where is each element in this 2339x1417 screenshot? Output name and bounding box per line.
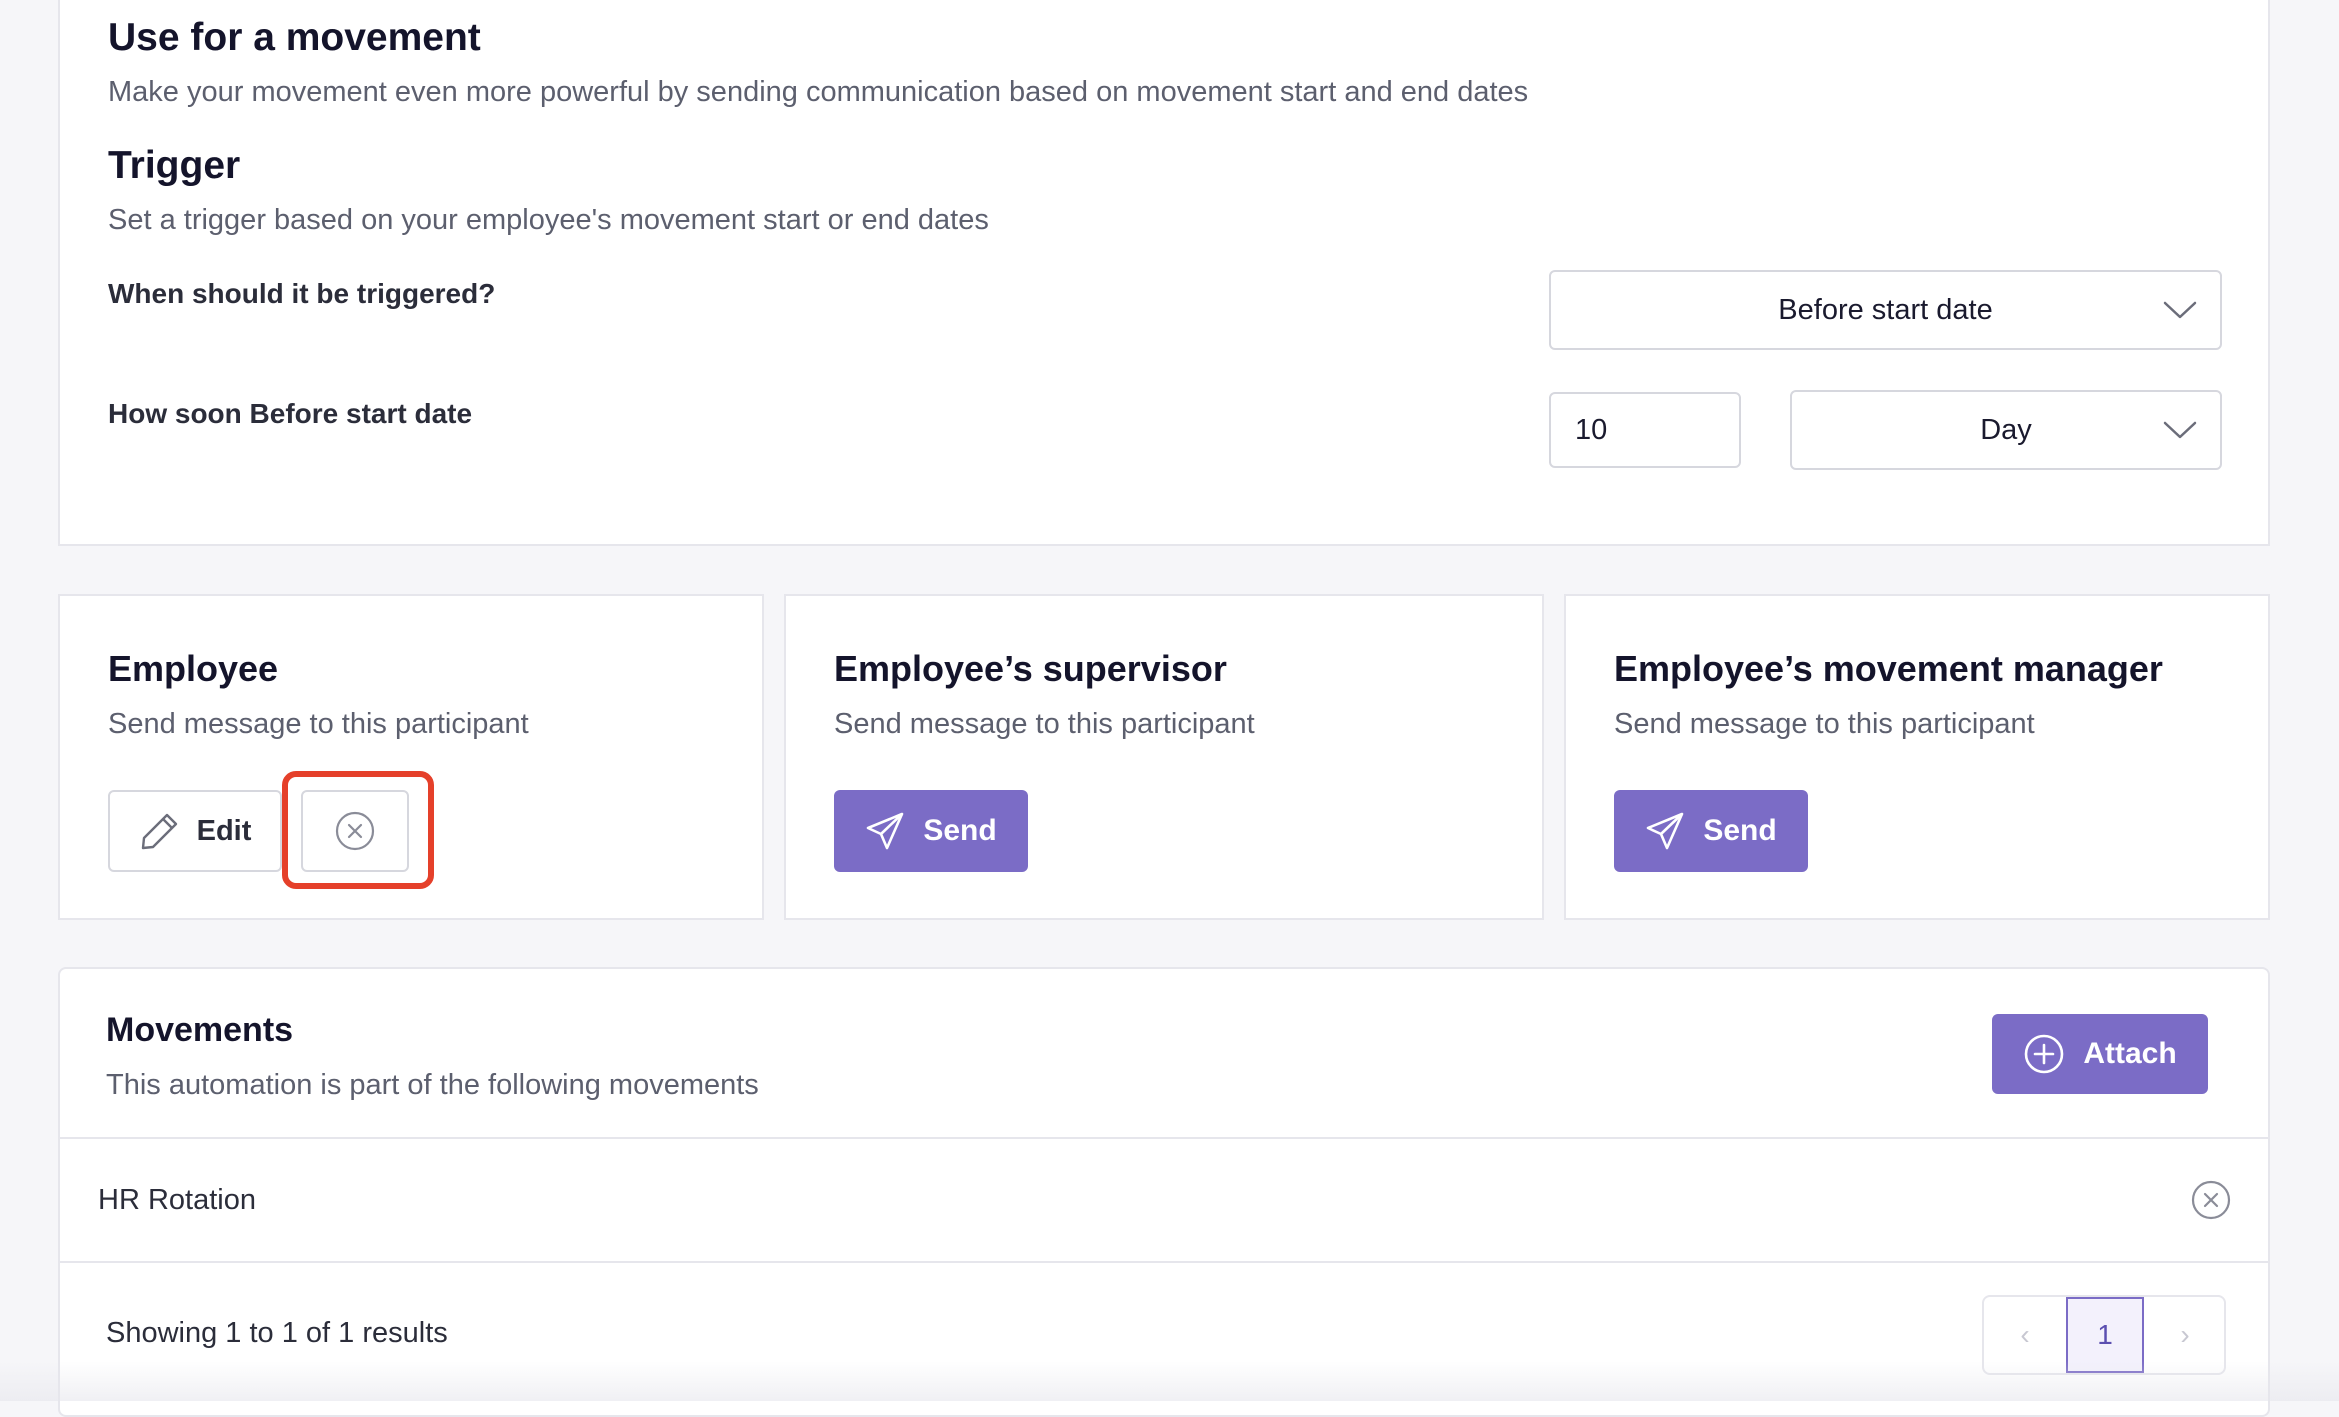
chevron-down-icon (2163, 301, 2197, 319)
pencil-icon (141, 813, 177, 850)
edit-button[interactable]: Edit (108, 790, 282, 872)
participant-title: Employee (108, 648, 279, 689)
send-button-label: Send (1703, 814, 1777, 847)
divider (60, 1137, 2268, 1139)
remove-movement-icon[interactable] (2190, 1179, 2232, 1221)
movements-card: Movements This automation is part of the… (58, 967, 2270, 1417)
movement-title: Use for a movement (108, 16, 481, 59)
participant-description: Send message to this participant (108, 708, 529, 740)
attach-button-label: Attach (2083, 1037, 2177, 1070)
movement-description: Make your movement even more powerful by… (108, 76, 1529, 108)
bottom-fade (0, 1361, 2339, 1401)
how-soon-unit-select[interactable]: Day (1790, 390, 2222, 470)
highlight-box (282, 771, 434, 889)
when-label: When should it be triggered? (108, 278, 496, 309)
when-select-value: Before start date (1778, 293, 1993, 326)
participant-title: Employee’s supervisor (834, 648, 1227, 689)
attach-button[interactable]: Attach (1992, 1014, 2208, 1094)
plus-circle-icon (2025, 1034, 2064, 1074)
divider (60, 1261, 2268, 1263)
participant-description: Send message to this participant (834, 708, 1255, 740)
movement-trigger-card: Use for a movement Make your movement ev… (58, 0, 2270, 546)
participant-description: Send message to this participant (1614, 708, 2035, 740)
trigger-title: Trigger (108, 144, 241, 187)
movements-description: This automation is part of the following… (106, 1069, 759, 1101)
send-button-label: Send (923, 814, 997, 847)
when-select[interactable]: Before start date (1549, 270, 2222, 350)
participant-card-supervisor: Employee’s supervisor Send message to th… (784, 594, 1544, 920)
chevron-down-icon (2163, 421, 2197, 439)
participant-title: Employee’s movement manager (1614, 648, 2163, 689)
results-summary: Showing 1 to 1 of 1 results (106, 1317, 448, 1349)
edit-button-label: Edit (196, 814, 252, 847)
send-button[interactable]: Send (1614, 790, 1808, 872)
how-soon-amount-input[interactable]: 10 (1549, 392, 1741, 468)
send-icon (1647, 812, 1684, 850)
send-button[interactable]: Send (834, 790, 1028, 872)
how-soon-unit-value: Day (1980, 413, 2032, 446)
trigger-description: Set a trigger based on your employee's m… (108, 204, 989, 236)
how-soon-label: How soon Before start date (108, 398, 473, 429)
movement-row-name: HR Rotation (98, 1184, 256, 1216)
send-icon (867, 812, 904, 850)
participant-card-movement-manager: Employee’s movement manager Send message… (1564, 594, 2270, 920)
movements-title: Movements (106, 1011, 294, 1049)
